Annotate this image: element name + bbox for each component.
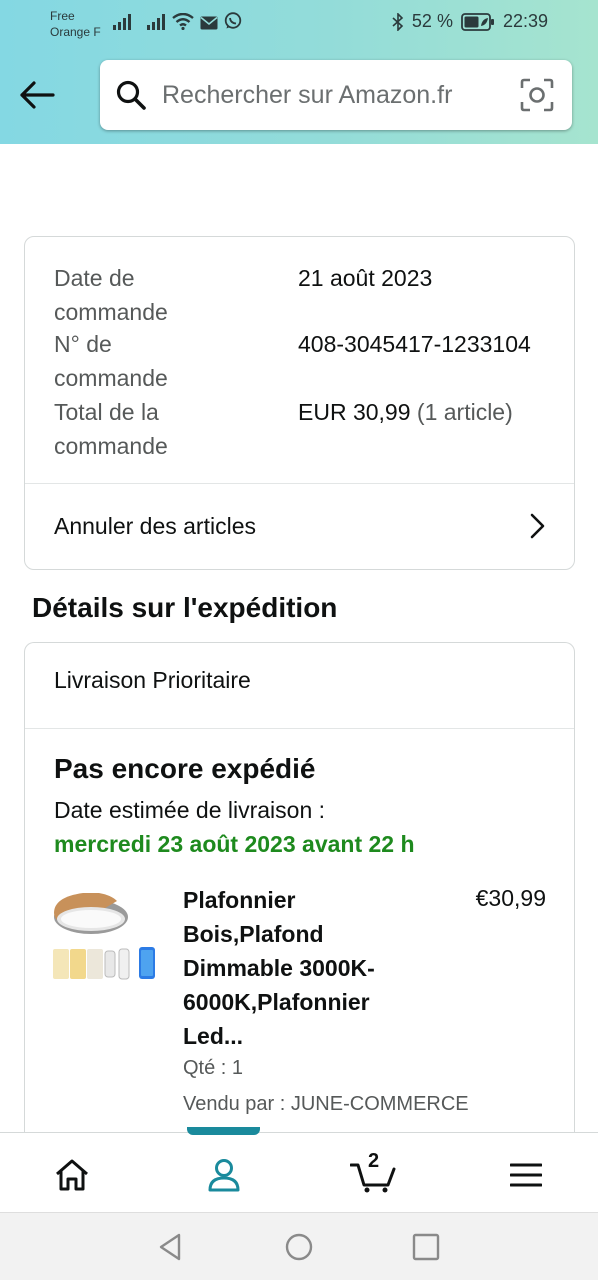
camera-scan-icon[interactable]: [520, 78, 554, 112]
cart-count-badge: 2: [368, 1150, 380, 1172]
signal-icon: [112, 14, 132, 30]
system-navigation-bar: [0, 1212, 598, 1280]
system-back-icon[interactable]: [155, 1231, 187, 1263]
shipping-section-title: Détails sur l'expédition: [32, 592, 338, 623]
order-date-row: Date de commande 21 août 2023: [54, 261, 432, 329]
product-image[interactable]: [53, 883, 159, 987]
shipment-status: Pas encore expédié: [54, 753, 316, 784]
whatsapp-icon: [224, 12, 242, 30]
clock: 22:39: [502, 11, 548, 31]
shipping-method: Livraison Prioritaire: [54, 667, 251, 693]
order-total-label: Total de la commande: [54, 399, 168, 459]
chevron-right-icon: [530, 513, 545, 539]
nav-account[interactable]: [200, 1151, 248, 1199]
search-bar[interactable]: [100, 60, 572, 130]
menu-icon: [510, 1163, 542, 1187]
order-number-row: N° de commande 408-3045417-1233104: [54, 327, 531, 395]
order-date-label: Date de commande: [54, 265, 168, 325]
mail-icon: [200, 16, 218, 30]
status-icons-left: [112, 12, 242, 30]
signal-icon: [146, 14, 166, 30]
cancel-items-label: Annuler des articles: [54, 512, 256, 539]
bottom-navigation: [0, 1127, 598, 1212]
back-button[interactable]: [18, 76, 56, 114]
search-input[interactable]: [162, 80, 492, 110]
order-number-value: 408-3045417-1233104: [298, 331, 531, 357]
product-price: €30,99: [475, 885, 546, 911]
active-tab-indicator: [187, 1127, 260, 1135]
account-icon: [208, 1159, 240, 1192]
bluetooth-icon: [392, 12, 404, 31]
order-date-value: 21 août 2023: [298, 265, 433, 291]
order-total-value: EUR 30,99: [298, 399, 411, 425]
carrier-label: Free Orange F: [50, 8, 101, 40]
shipment-card: Livraison Prioritaire Pas encore expédié…: [24, 642, 575, 1162]
order-item-count: (1 article): [416, 399, 513, 425]
order-total-row: Total de la commande EUR 30,99 (1 articl…: [54, 395, 513, 463]
delivery-estimate-label: Date estimée de livraison :: [54, 797, 326, 823]
home-icon: [56, 1159, 88, 1191]
cancel-items-link[interactable]: Annuler des articles: [25, 483, 574, 569]
divider: [25, 728, 574, 729]
product-seller: Vendu par : JUNE-COMMERCE: [183, 1093, 469, 1115]
status-icons-right: 52 % 22:39: [392, 11, 548, 32]
carrier-line-2: Orange F: [50, 25, 101, 39]
wifi-icon: [172, 13, 194, 30]
system-home-icon[interactable]: [283, 1231, 315, 1263]
carrier-line-1: Free: [50, 9, 75, 23]
product-title-link[interactable]: Plafonnier Bois,Plafond Dimmable 3000K-6…: [183, 883, 423, 1053]
app-header: Free Orange F 52 % 22:39 Rechercher sur …: [0, 0, 598, 144]
ceiling-lamp-image: [53, 893, 155, 980]
arrow-left-icon: [20, 81, 55, 109]
system-recents-icon[interactable]: [410, 1231, 442, 1263]
order-number-label: N° de commande: [54, 331, 168, 391]
search-icon: [116, 80, 146, 110]
order-total-value-wrap: EUR 30,99 (1 article): [298, 395, 598, 429]
product-quantity: Qté : 1: [183, 1057, 244, 1079]
battery-percent: 52 %: [411, 11, 453, 31]
order-summary-card: Date de commande 21 août 2023 N° de comm…: [24, 236, 575, 570]
nav-home[interactable]: [48, 1151, 96, 1199]
delivery-estimate-date: mercredi 23 août 2023 avant 22 h: [54, 831, 415, 857]
battery-icon: [461, 12, 495, 31]
status-bar: Free Orange F 52 % 22:39: [0, 0, 598, 44]
nav-menu[interactable]: [502, 1151, 550, 1199]
